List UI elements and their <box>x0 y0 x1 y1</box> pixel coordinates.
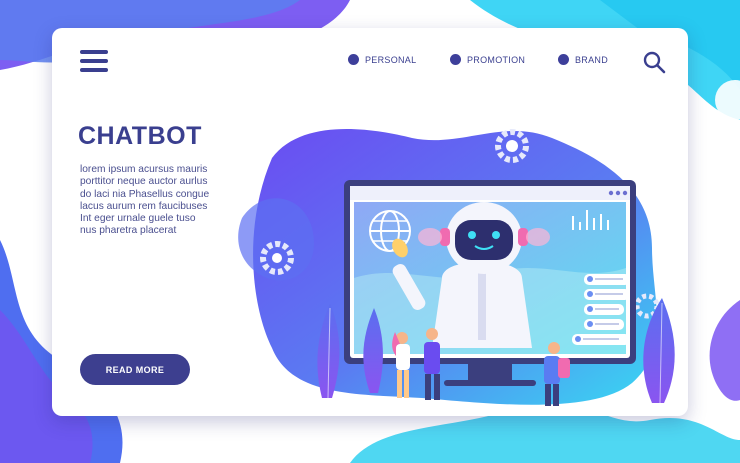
bullet-dot-icon <box>450 54 461 65</box>
hamburger-menu-icon[interactable] <box>80 50 108 72</box>
search-icon[interactable] <box>642 50 666 74</box>
chatbot-illustration <box>238 129 675 406</box>
hero-description: lorem ipsum acursus mauris porttitor neq… <box>80 164 210 237</box>
landing-card: PERSONAL PROMOTION BRAND CHATBOT lorem i… <box>52 28 688 416</box>
top-navigation: PERSONAL PROMOTION BRAND <box>348 54 608 65</box>
nav-item-promotion[interactable]: PROMOTION <box>450 54 558 65</box>
page-title: CHATBOT <box>78 122 202 150</box>
bullet-dot-icon <box>348 54 359 65</box>
nav-item-label: PERSONAL <box>365 54 417 65</box>
nav-item-brand[interactable]: BRAND <box>558 54 608 65</box>
bullet-dot-icon <box>558 54 569 65</box>
nav-item-label: PROMOTION <box>467 54 526 65</box>
nav-item-personal[interactable]: PERSONAL <box>348 54 450 65</box>
nav-item-label: BRAND <box>575 54 609 65</box>
read-more-button[interactable]: READ MORE <box>80 354 190 385</box>
